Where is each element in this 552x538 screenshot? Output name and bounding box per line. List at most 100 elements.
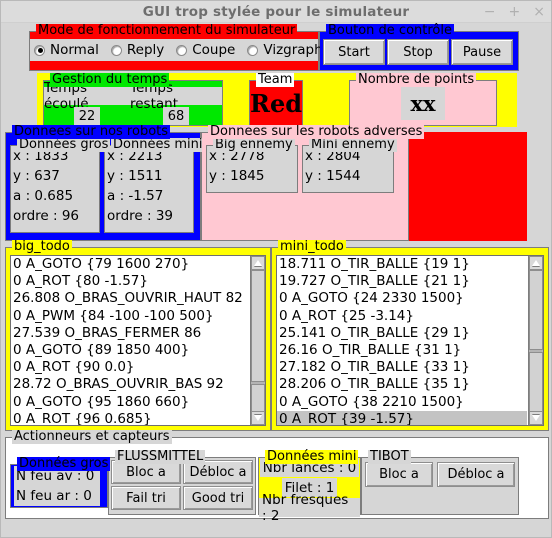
actuators-title: Actionneurs et capteurs [12,429,172,444]
radio-coupe-dot[interactable] [176,44,188,56]
close-icon[interactable]: × [533,5,545,19]
pause-button[interactable]: Pause [451,39,513,65]
enemy-robots-frame: Donnees sur les robots adverses Big enne… [201,125,425,241]
list-item[interactable]: 26.808 O_BRAS_OUVRIR_HAUT 82 [11,290,249,307]
list-item-selected[interactable]: 0 A_ROT {39 -1.57} [277,410,527,425]
our-mini-title: Données mini [111,137,205,152]
flussmittel-fail-tri-button[interactable]: Fail tri [111,486,181,510]
our-robots-title: Donnees sur nos robots [12,124,171,139]
radio-coupe[interactable]: Coupe [176,42,235,58]
list-item[interactable]: 28.206 O_TIR_BALLE {35 1} [277,376,527,393]
mini-todo-items: 18.711 O_TIR_BALLE {19 1} 19.727 O_TIR_B… [277,256,527,425]
team-frame: Team Red [249,72,303,126]
stop-button[interactable]: Stop [387,39,449,65]
our-mini-ordre: ordre : 39 [107,208,174,224]
elapsed-value: 22 [74,107,100,125]
enemy-robots-body: Big ennemy x : 2778 y : 1845 Mini ennemy… [202,133,408,240]
radio-reply-dot[interactable] [110,44,122,56]
enemy-big-title: Big ennemy [213,137,295,152]
donnees-mini-frame: Données mini Nbr lances : 0 Filet : 1 Nb… [258,450,361,524]
enemy-big-y: y : 1845 [209,168,265,184]
donnees-mini-body: Nbr lances : 0 Filet : 1 Nbr fresques : … [259,458,360,524]
list-item[interactable]: 0 A_GOTO {89 1850 400} [11,342,249,359]
our-mini-body: x : 2213 y : 1511 a : -1.57 ordre : 39 [105,146,193,232]
scroll-up-icon[interactable] [529,256,543,270]
actuators-body: Données gros N feu av : 0 N feu ar : 0 F… [6,438,548,524]
our-mini-y: y : 1511 [107,168,163,184]
radio-reply[interactable]: Reply [110,42,165,58]
control-frame-title: Bouton de contrôle [326,23,454,38]
n-feu-ar: N feu ar : 0 [14,486,100,506]
tibot-bloc-a-button[interactable]: Bloc a [365,462,433,487]
list-item[interactable]: 26.16 O_TIR_BALLE {31 1} [277,342,527,359]
enemy-robots-title: Donnees sur les robots adverses [208,124,425,139]
team-value: Red [250,88,302,118]
mini-todo-scroll-thumb[interactable] [529,270,543,350]
list-item[interactable]: 0 A_PWM {84 -100 -100 500} [11,308,249,325]
big-todo-scroll-thumb-upper[interactable] [251,270,265,382]
list-item[interactable]: 0 A_GOTO {95 1860 660} [11,394,249,411]
time-values-row: 22 68 [44,105,222,125]
flussmittel-title: FLUSSMITTEL [115,449,206,464]
mode-frame-title: Mode de fonctionnement du simulateur [36,23,298,38]
points-frame: Nombre de points xx [349,72,497,126]
scroll-up-icon[interactable] [251,256,265,270]
list-item[interactable]: 0 A_ROT {80 -1.57} [11,273,249,290]
tibot-debloc-a-button[interactable]: Débloc a [437,462,515,487]
scroll-down-icon[interactable] [529,411,543,425]
radio-vizgraph-label: Vizgraph [263,42,323,58]
radio-normal-dot[interactable] [34,44,45,56]
list-item[interactable]: 27.182 O_TIR_BALLE {33 1} [277,359,527,376]
time-frame: Gestion du temps Temps écoulé Temps rest… [43,72,223,126]
list-item[interactable]: 0 A_GOTO {79 1600 270} [11,256,249,273]
tibot-frame: TIBOT Bloc a Débloc a [361,450,519,515]
maximize-icon[interactable]: + [509,5,521,19]
list-item[interactable]: 0 A_ROT {90 0.0} [11,359,249,376]
list-item[interactable]: 0 A_GOTO {38 2210 1500} [277,394,527,411]
big-todo-scrollbar[interactable] [250,256,265,425]
list-item[interactable]: 18.711 O_TIR_BALLE {19 1} [277,256,527,273]
enemy-mini-body: x : 2804 y : 1544 [303,146,393,192]
mini-todo-frame: mini_todo 18.711 O_TIR_BALLE {19 1} 19.7… [271,240,549,431]
list-item[interactable]: 0 A_ROT {96 0.685} [11,411,249,425]
actuators-gros-body: N feu av : 0 N feu ar : 0 [11,465,107,507]
enemy-mini-frame: Mini ennemy x : 2804 y : 1544 [302,138,397,193]
points-frame-body: xx [350,81,496,125]
list-item[interactable]: 28.72 O_BRAS_OUVRIR_BAS 92 [11,376,249,393]
list-item[interactable]: 0 A_GOTO {24 2330 1500} [277,290,527,307]
nbr-fresques-wrap: Nbr fresques : 2 [259,492,360,524]
list-item[interactable]: 19.727 O_TIR_BALLE {21 1} [277,273,527,290]
list-item[interactable]: 25.141 O_TIR_BALLE {29 1} [277,325,527,342]
control-frame: Bouton de contrôle Start Stop Pause [319,23,519,71]
actuators-gros-title: Données gros [17,456,111,471]
scroll-down-icon[interactable] [251,411,265,425]
minimize-icon[interactable]: − [484,5,496,19]
our-mini-frame: Données mini x : 2213 y : 1511 a : -1.57… [104,138,205,233]
big-todo-frame: big_todo 0 A_GOTO {79 1600 270} 0 A_ROT … [5,239,271,431]
radio-reply-label: Reply [126,42,165,58]
our-big-frame: Données gros x : 1833 y : 637 a : 0.685 … [10,138,111,233]
our-big-y: y : 637 [13,168,60,184]
team-frame-title: Team [256,72,295,87]
flussmittel-good-tri-button[interactable]: Good tri [183,486,253,510]
big-todo-listbox[interactable]: 0 A_GOTO {79 1600 270} 0 A_ROT {80 -1.57… [10,255,266,426]
radio-vizgraph[interactable]: Vizgraph [247,42,323,58]
start-button[interactable]: Start [323,39,385,65]
application-window: GUI trop stylée pour le simulateur − + ×… [0,0,552,538]
remaining-value: 68 [163,107,189,125]
list-item[interactable]: 0 A_ROT {25 -3.14} [277,308,527,325]
points-frame-title: Nombre de points [356,72,477,87]
radio-normal[interactable]: Normal [34,42,99,58]
remaining-label: Temps restant [130,80,222,112]
radio-vizgraph-dot[interactable] [247,44,259,56]
big-todo-title: big_todo [12,239,72,254]
mini-todo-listbox[interactable]: 18.711 O_TIR_BALLE {19 1} 19.727 O_TIR_B… [276,255,544,426]
list-item[interactable]: 27.539 O_BRAS_FERMER 86 [11,325,249,342]
enemy-big-frame: Big ennemy x : 2778 y : 1845 [206,137,298,193]
time-frame-title: Gestion du temps [50,72,170,87]
window-title: GUI trop stylée pour le simulateur [142,3,410,20]
mini-todo-scrollbar[interactable] [528,256,543,425]
remaining-value-wrap: 68 [130,107,222,125]
mini-todo-scroll-thumb-lower[interactable] [529,352,543,414]
elapsed-label: Temps écoulé [44,80,130,112]
